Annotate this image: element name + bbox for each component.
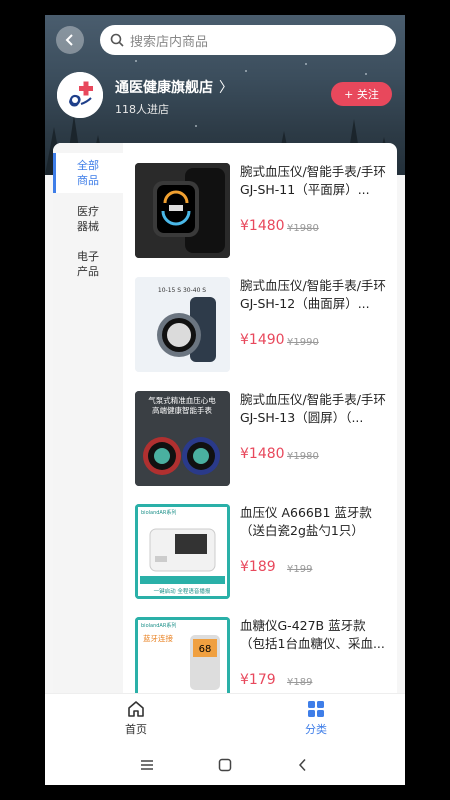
product-item[interactable]: 气泵式精准血压心电 高端健康智能手表 腕式血压仪/智能手表/手环GJ-SH-13… <box>135 387 397 487</box>
search-input[interactable]: 搜索店内商品 <box>100 25 396 55</box>
follow-button[interactable]: + 关注 <box>331 82 392 106</box>
search-icon <box>110 33 124 47</box>
tab-home[interactable]: 首页 <box>106 700 166 737</box>
svg-text:蓝牙连接: 蓝牙连接 <box>143 633 173 643</box>
category-sidebar: 全部 商品 医疗 器械 电子 产品 <box>53 143 123 693</box>
category-medical-devices[interactable]: 医疗 器械 <box>53 204 123 234</box>
svg-text:一键启动 全程语音播报: 一键启动 全程语音播报 <box>154 587 211 595</box>
back-button[interactable] <box>56 26 84 54</box>
product-item[interactable]: 10-15 S 30-40 S 腕式血压仪/智能手表/手环GJ-SH-12（曲面… <box>135 273 397 373</box>
svg-text:高端健康智能手表: 高端健康智能手表 <box>152 405 212 415</box>
product-item[interactable]: biolandAR系列 一键启动 全程语音播报 血压仪 A666B1 蓝牙款（送… <box>135 500 397 600</box>
product-title: 腕式血压仪/智能手表/手环GJ-SH-12（曲面屏）... <box>240 278 386 311</box>
product-image <box>135 163 230 258</box>
product-item[interactable]: 腕式血压仪/智能手表/手环GJ-SH-11（平面屏）... ¥1480 ¥198… <box>135 159 397 259</box>
product-item[interactable]: biolandAR系列 蓝牙连接 68 医院 血糖仪G-427B 蓝牙款（包括1… <box>135 613 397 693</box>
category-all-products[interactable]: 全部 商品 <box>53 153 123 193</box>
phone-screen: 搜索店内商品 通医健康旗舰店〉 118人进店 + 关注 全部 商品 医疗 器械 … <box>45 15 405 785</box>
menu-nav-button[interactable] <box>140 757 154 776</box>
svg-text:68: 68 <box>199 644 212 655</box>
product-image: 气泵式精准血压心电 高端健康智能手表 <box>135 391 230 486</box>
product-price: ¥1490 <box>240 332 285 348</box>
store-logo <box>57 72 103 118</box>
store-visit-count: 118人进店 <box>115 103 169 116</box>
product-title: 血压仪 A666B1 蓝牙款（送白瓷2g盐勺1只） <box>240 505 372 538</box>
home-nav-button[interactable] <box>218 757 232 776</box>
product-price: ¥1480 <box>240 218 285 234</box>
system-navigation-bar <box>45 745 405 785</box>
product-price: ¥1480 <box>240 446 285 462</box>
product-title: 血糖仪G-427B 蓝牙款（包括1台血糖仪、采血... <box>240 618 385 651</box>
svg-text:biolandAR系列: biolandAR系列 <box>141 622 176 629</box>
store-name[interactable]: 通医健康旗舰店〉 <box>115 77 233 97</box>
category-content-panel: 全部 商品 医疗 器械 电子 产品 腕式血压仪/智能手表/手环GJ-SH-11（… <box>53 143 397 693</box>
product-image: 10-15 S 30-40 S <box>135 277 230 372</box>
chevron-left-icon <box>65 34 73 46</box>
product-price: ¥179 <box>240 672 276 688</box>
product-title: 腕式血压仪/智能手表/手环GJ-SH-13（圆屏）（... <box>240 392 386 425</box>
product-title: 腕式血压仪/智能手表/手环GJ-SH-11（平面屏）... <box>240 164 386 197</box>
menu-icon <box>141 760 153 770</box>
search-placeholder: 搜索店内商品 <box>130 34 209 50</box>
bottom-tab-bar: 首页 分类 <box>45 693 405 746</box>
svg-text:气泵式精准血压心电: 气泵式精准血压心电 <box>148 395 216 405</box>
back-arrow-icon <box>298 758 306 772</box>
grid-icon <box>308 701 324 717</box>
product-image: biolandAR系列 蓝牙连接 68 医院 <box>135 617 230 693</box>
product-original-price: ¥199 <box>287 564 313 575</box>
svg-text:10-15 S 30-40 S: 10-15 S 30-40 S <box>158 287 206 294</box>
product-original-price: ¥1980 <box>287 223 319 234</box>
svg-text:biolandAR系列: biolandAR系列 <box>141 509 176 516</box>
product-image: biolandAR系列 一键启动 全程语音播报 <box>135 504 230 599</box>
product-original-price: ¥1990 <box>287 337 319 348</box>
tab-category[interactable]: 分类 <box>286 700 346 737</box>
product-original-price: ¥189 <box>287 677 313 688</box>
product-original-price: ¥1980 <box>287 451 319 462</box>
home-icon <box>128 701 144 717</box>
chevron-right-icon: 〉 <box>219 80 233 96</box>
square-icon <box>218 758 232 772</box>
category-electronics[interactable]: 电子 产品 <box>53 249 123 279</box>
product-price: ¥189 <box>240 559 276 575</box>
back-nav-button[interactable] <box>296 757 310 776</box>
